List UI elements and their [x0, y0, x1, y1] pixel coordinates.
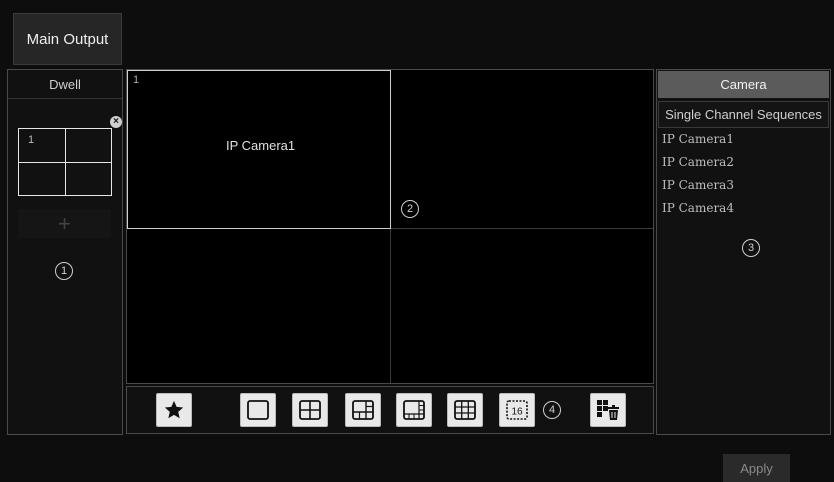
callout-marker-3: 3 [742, 239, 760, 257]
dwell-thumbnail-index: 1 [28, 134, 35, 146]
layout-16-button[interactable]: 16 [499, 393, 535, 427]
callout-marker-1: 1 [55, 262, 73, 280]
layout-4-icon [299, 400, 321, 420]
grid-cell-1-camera-label: IP Camera1 [226, 138, 296, 153]
callout-marker-2: 2 [401, 200, 419, 218]
layout-toolbar [126, 386, 654, 434]
layout-8-icon [403, 400, 425, 420]
layout-16-label: 16 [511, 407, 523, 418]
favorite-button[interactable] [156, 393, 192, 427]
main-output-tab[interactable]: Main Output [13, 13, 122, 65]
star-icon [164, 400, 184, 419]
grid-cell-1-index: 1 [133, 74, 140, 86]
layout-9-icon [454, 400, 476, 420]
layout-4-button[interactable] [292, 393, 328, 427]
callout-marker-4: 4 [543, 401, 561, 419]
grid-cell-2[interactable] [391, 70, 653, 228]
layout-1-icon [247, 400, 269, 420]
camera-list-item[interactable]: IP Camera3 [662, 178, 734, 192]
grid-cell-3[interactable] [127, 229, 390, 383]
clear-layout-button[interactable] [590, 393, 626, 427]
clear-layout-icon [597, 400, 619, 420]
layout-9-button[interactable] [447, 393, 483, 427]
layout-16-icon: 16 [506, 400, 528, 420]
dwell-panel [7, 69, 123, 435]
camera-list-item[interactable]: IP Camera2 [662, 155, 734, 169]
apply-button[interactable]: Apply [723, 454, 790, 482]
layout-6-button[interactable] [345, 393, 381, 427]
tab-single-channel-sequences[interactable]: Single Channel Sequences [658, 101, 829, 128]
layout-1-button[interactable] [240, 393, 276, 427]
layout-8-button[interactable] [396, 393, 432, 427]
camera-list-item[interactable]: IP Camera4 [662, 201, 734, 215]
layout-6-icon [352, 400, 374, 420]
tab-camera[interactable]: Camera [658, 71, 829, 98]
dwell-header: Dwell [8, 70, 122, 99]
camera-list-item[interactable]: IP Camera1 [662, 132, 734, 146]
grid-cell-4[interactable] [391, 229, 653, 383]
dwell-add-button[interactable]: + [18, 209, 111, 238]
dwell-remove-icon[interactable]: × [110, 116, 122, 128]
